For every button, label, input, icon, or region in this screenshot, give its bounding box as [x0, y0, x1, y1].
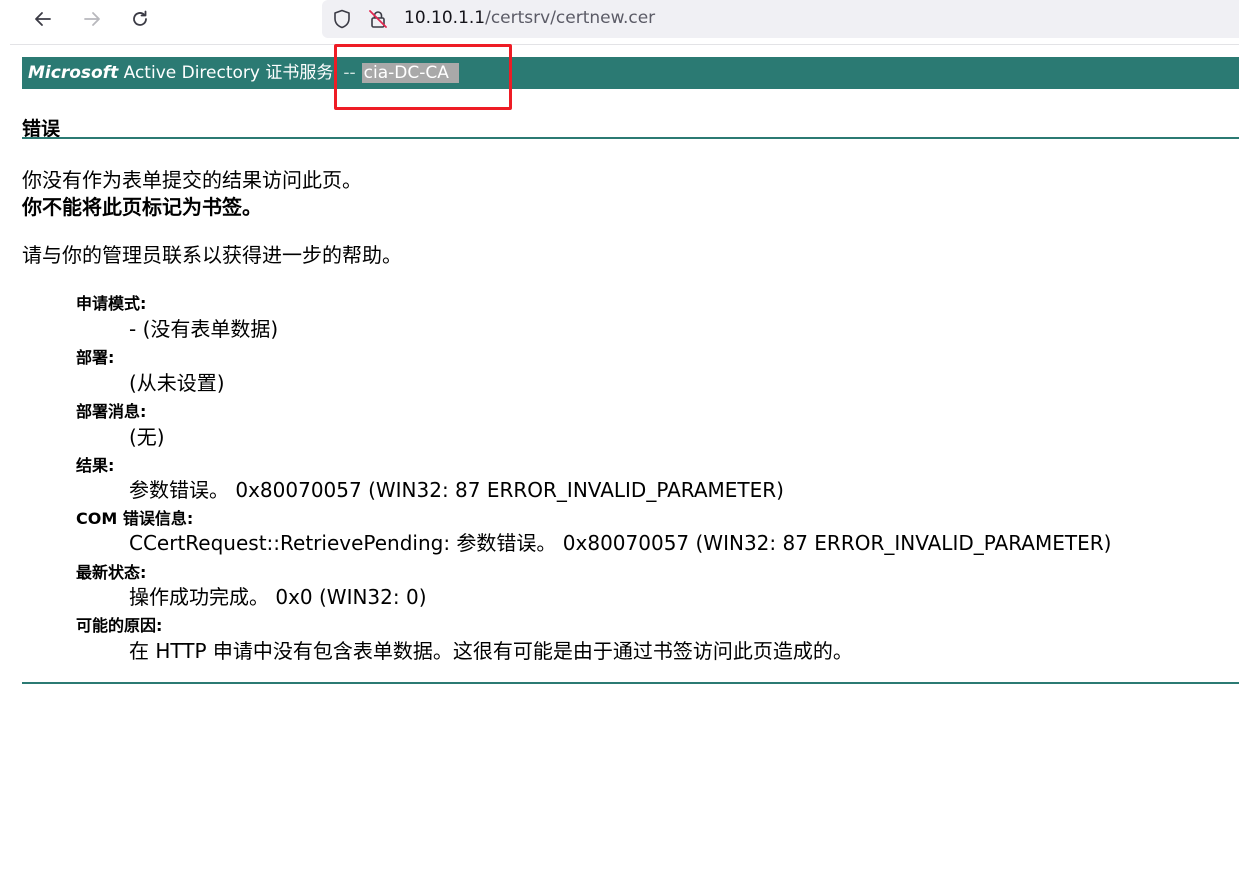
detail-value-result: 参数错误。 0x80070057 (WIN32: 87 ERROR_INVALI… [129, 478, 784, 502]
error-message: 你没有作为表单提交的结果访问此页。 [22, 168, 362, 192]
detail-label-latest-status: 最新状态: [76, 563, 147, 582]
forward-icon[interactable] [76, 4, 108, 34]
heading-rule [22, 137, 1239, 139]
insecure-lock-icon[interactable] [366, 8, 390, 30]
detail-label-disposition-message: 部署消息: [76, 402, 147, 421]
detail-label-possible-cause: 可能的原因: [76, 616, 163, 635]
browser-toolbar: 10.10.1.1/certsrv/certnew.cer [0, 0, 1239, 40]
cert-services-banner: Microsoft Active Directory 证书服务 -- cia-DC-… [22, 57, 1239, 89]
detail-value-latest-status: 操作成功完成。 0x0 (WIN32: 0) [129, 585, 427, 609]
footer-rule [22, 682, 1239, 684]
toolbar-divider [10, 44, 1239, 45]
url-host: 10.10.1.1 [404, 8, 486, 28]
url-text[interactable]: 10.10.1.1/certsrv/certnew.cer [404, 8, 655, 28]
detail-value-request-mode: - (没有表单数据) [129, 317, 279, 341]
detail-label-result: 结果: [76, 456, 115, 475]
detail-label-com-error: COM 错误信息: [76, 509, 194, 528]
url-path: /certsrv/certnew.cer [485, 8, 656, 28]
address-bar[interactable]: 10.10.1.1/certsrv/certnew.cer [322, 0, 1239, 38]
detail-value-possible-cause: 在 HTTP 申请中没有包含表单数据。这很有可能是由于通过书签访问此页造成的。 [129, 639, 853, 663]
detail-value-disposition-message: (无) [129, 425, 165, 449]
microsoft-logo-text: Microsoft [28, 63, 119, 83]
detail-value-disposition: (从未设置) [129, 371, 225, 395]
detail-value-com-error: CCertRequest::RetrievePending: 参数错误。 0x8… [129, 531, 1112, 555]
reload-icon[interactable] [124, 4, 156, 34]
contact-message: 请与你的管理员联系以获得进一步的帮助。 [22, 243, 402, 267]
shield-icon[interactable] [330, 8, 354, 30]
annotation-highlight-box [334, 44, 512, 110]
bookmark-warning: 你不能将此页标记为书签。 [22, 195, 262, 219]
detail-label-disposition: 部署: [76, 348, 115, 367]
back-icon[interactable] [27, 4, 59, 34]
detail-label-request-mode: 申请模式: [76, 294, 147, 313]
product-name: Active Directory 证书服务 [118, 63, 334, 83]
